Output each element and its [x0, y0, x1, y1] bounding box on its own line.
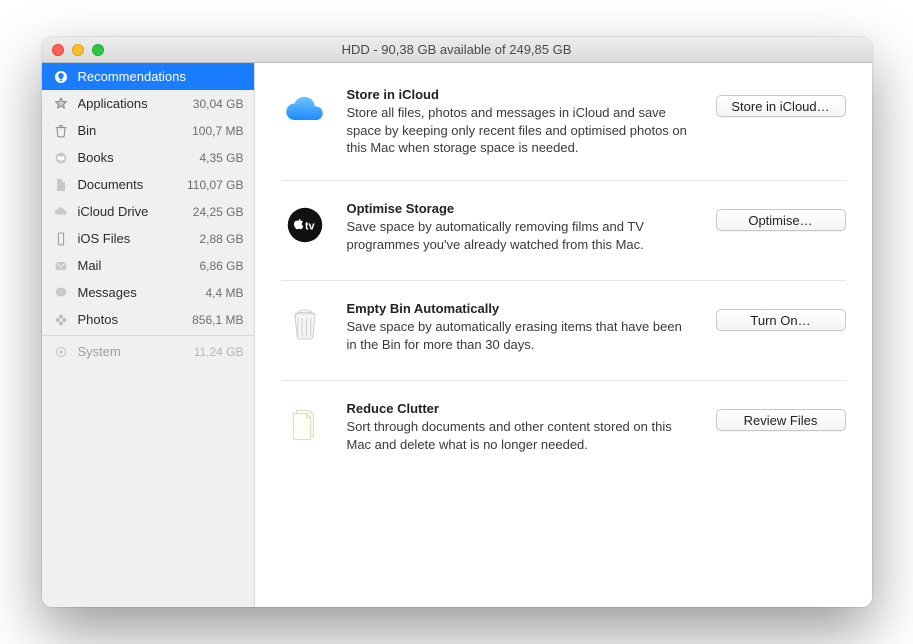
sidebar-item-label: iCloud Drive — [78, 204, 185, 219]
optimise-button[interactable]: Optimise… — [716, 209, 846, 231]
photos-icon — [52, 311, 70, 329]
titlebar: HDD - 90,38 GB available of 249,85 GB — [42, 37, 872, 63]
sidebar-item-label: iOS Files — [78, 231, 192, 246]
sidebar-item-label: Messages — [78, 285, 198, 300]
recommendation-text: Empty Bin Automatically Save space by au… — [347, 301, 694, 353]
recommendation-action: Turn On… — [712, 301, 846, 331]
sidebar-item-size: 856,1 MB — [192, 313, 243, 327]
recommendation-title: Store in iCloud — [347, 87, 694, 102]
recommendation-store-in-icloud: Store in iCloud Store all files, photos … — [281, 81, 846, 181]
books-icon — [52, 149, 70, 167]
recommendation-title: Optimise Storage — [347, 201, 694, 216]
sidebar-item-icloud-drive[interactable]: iCloud Drive 24,25 GB — [42, 198, 254, 225]
recommendation-action: Optimise… — [712, 201, 846, 231]
trash-icon — [281, 301, 329, 349]
sidebar-item-bin[interactable]: Bin 100,7 MB — [42, 117, 254, 144]
sidebar-item-size: 2,88 GB — [199, 232, 243, 246]
review-files-button[interactable]: Review Files — [716, 409, 846, 431]
sidebar-item-applications[interactable]: Applications 30,04 GB — [42, 90, 254, 117]
recommendation-title: Reduce Clutter — [347, 401, 694, 416]
applications-icon — [52, 95, 70, 113]
recommendation-text: Reduce Clutter Sort through documents an… — [347, 401, 694, 453]
mail-icon — [52, 257, 70, 275]
lightbulb-icon — [52, 68, 70, 86]
sidebar-item-size: 100,7 MB — [192, 124, 243, 138]
documents-icon — [52, 176, 70, 194]
window-title: HDD - 90,38 GB available of 249,85 GB — [42, 42, 872, 57]
zoom-window-button[interactable] — [92, 44, 104, 56]
recommendation-text: Store in iCloud Store all files, photos … — [347, 87, 694, 157]
messages-icon — [52, 284, 70, 302]
sidebar-item-size: 6,86 GB — [199, 259, 243, 273]
sidebar-item-mail[interactable]: Mail 6,86 GB — [42, 252, 254, 279]
recommendation-action: Store in iCloud… — [712, 87, 846, 117]
recommendation-title: Empty Bin Automatically — [347, 301, 694, 316]
sidebar-item-label: Mail — [78, 258, 192, 273]
sidebar-item-recommendations[interactable]: Recommendations — [42, 63, 254, 90]
sidebar-item-label: Recommendations — [78, 69, 244, 84]
window-body: Recommendations Applications 30,04 GB Bi… — [42, 63, 872, 607]
recommendation-optimise-storage: tv Optimise Storage Save space by automa… — [281, 181, 846, 281]
sidebar-item-size: 4,35 GB — [199, 151, 243, 165]
recommendation-reduce-clutter: Reduce Clutter Sort through documents an… — [281, 381, 846, 481]
iphone-icon — [52, 230, 70, 248]
close-window-button[interactable] — [52, 44, 64, 56]
sidebar-item-system[interactable]: System 11,24 GB — [42, 338, 254, 365]
recommendation-description: Store all files, photos and messages in … — [347, 104, 694, 157]
sidebar: Recommendations Applications 30,04 GB Bi… — [42, 63, 255, 607]
minimize-window-button[interactable] — [72, 44, 84, 56]
sidebar-item-label: Applications — [78, 96, 185, 111]
sidebar-divider — [42, 335, 254, 336]
sidebar-item-size: 110,07 GB — [187, 178, 243, 192]
recommendation-empty-bin: Empty Bin Automatically Save space by au… — [281, 281, 846, 381]
recommendation-description: Sort through documents and other content… — [347, 418, 694, 453]
sidebar-item-ios-files[interactable]: iOS Files 2,88 GB — [42, 225, 254, 252]
appletv-icon: tv — [281, 201, 329, 249]
recommendation-action: Review Files — [712, 401, 846, 431]
store-in-icloud-button[interactable]: Store in iCloud… — [716, 95, 846, 117]
window-controls — [42, 44, 104, 56]
icloud-icon — [52, 203, 70, 221]
sidebar-item-books[interactable]: Books 4,35 GB — [42, 144, 254, 171]
sidebar-item-label: Photos — [78, 312, 185, 327]
sidebar-item-photos[interactable]: Photos 856,1 MB — [42, 306, 254, 333]
svg-text:tv: tv — [305, 220, 315, 232]
sidebar-item-messages[interactable]: Messages 4,4 MB — [42, 279, 254, 306]
sidebar-item-size: 11,24 GB — [194, 345, 244, 359]
recommendation-description: Save space by automatically erasing item… — [347, 318, 694, 353]
sidebar-item-label: Bin — [78, 123, 185, 138]
storage-management-window: HDD - 90,38 GB available of 249,85 GB Re… — [42, 37, 872, 607]
recommendation-text: Optimise Storage Save space by automatic… — [347, 201, 694, 253]
documents-stack-icon — [281, 401, 329, 449]
sidebar-item-size: 4,4 MB — [205, 286, 243, 300]
sidebar-item-label: Books — [78, 150, 192, 165]
bin-icon — [52, 122, 70, 140]
cloud-icon — [281, 87, 329, 135]
sidebar-item-size: 30,04 GB — [193, 97, 244, 111]
recommendation-description: Save space by automatically removing fil… — [347, 218, 694, 253]
sidebar-item-size: 24,25 GB — [193, 205, 244, 219]
turn-on-button[interactable]: Turn On… — [716, 309, 846, 331]
sidebar-item-label: Documents — [78, 177, 180, 192]
sidebar-item-label: System — [78, 344, 186, 359]
content-pane: Store in iCloud Store all files, photos … — [255, 63, 872, 607]
sidebar-item-documents[interactable]: Documents 110,07 GB — [42, 171, 254, 198]
system-icon — [52, 343, 70, 361]
